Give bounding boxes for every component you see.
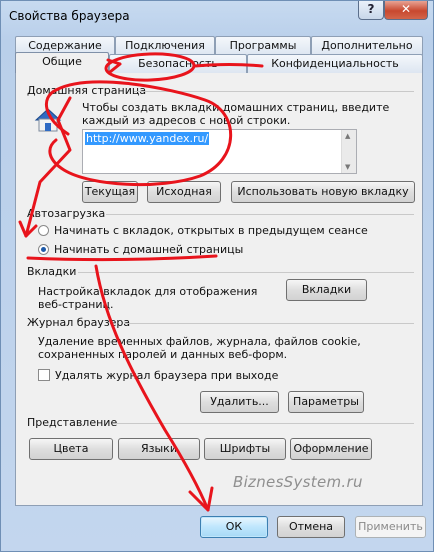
scroll-down-icon[interactable]: ▼	[345, 163, 350, 171]
use-new-tab-button[interactable]: Использовать новую вкладку	[231, 181, 415, 203]
divider	[124, 323, 414, 324]
home-description-line2: каждый из адресов с новой строки.	[82, 114, 291, 127]
url-field-scrollbar[interactable]: ▲ ▼	[341, 130, 356, 173]
divider	[106, 214, 414, 215]
divider	[134, 91, 414, 92]
help-button[interactable]: ?	[358, 1, 384, 20]
tabs-description-line2: веб-страниц.	[38, 298, 114, 311]
scroll-up-icon[interactable]: ▲	[345, 132, 350, 140]
history-description-line2: сохраненных паролей и данных веб-форм.	[38, 348, 288, 361]
tab-privacy[interactable]: Конфиденциальность	[247, 54, 423, 73]
languages-button[interactable]: Языки	[118, 438, 200, 460]
use-default-button[interactable]: Исходная	[147, 181, 221, 203]
tabs-settings-button[interactable]: Вкладки	[286, 279, 367, 301]
tab-advanced[interactable]: Дополнительно	[311, 36, 423, 55]
general-tab-panel: Домашняя страница Чтобы создать вкладки …	[15, 72, 423, 506]
divider	[116, 423, 414, 424]
tab-row-front: Общие Безопасность Конфиденциальность	[15, 52, 423, 73]
title-bar[interactable]: Свойства браузера ? ✕	[1, 1, 433, 31]
watermark: BiznesSystem.ru	[233, 473, 363, 491]
delete-history-on-exit-checkbox[interactable]	[38, 369, 50, 381]
tabs-heading: Вкладки	[27, 265, 77, 278]
ok-button[interactable]: ОК	[200, 516, 268, 538]
delete-history-on-exit-label: Удалять журнал браузера при выходе	[55, 369, 279, 382]
startup-tabs-label: Начинать с вкладок, открытых в предыдуще…	[54, 224, 368, 237]
divider	[78, 272, 414, 273]
home-icon	[34, 108, 62, 132]
browser-properties-window: Свойства браузера ? ✕ Содержание Подключ…	[0, 0, 434, 552]
cancel-button[interactable]: Отмена	[277, 516, 345, 538]
tab-connections[interactable]: Подключения	[115, 36, 215, 55]
home-page-heading: Домашняя страница	[27, 84, 147, 97]
window-title: Свойства браузера	[9, 9, 130, 23]
accessibility-button[interactable]: Оформление	[290, 438, 372, 460]
colors-button[interactable]: Цвета	[29, 438, 113, 460]
use-current-button[interactable]: Текущая	[82, 181, 138, 203]
startup-home-label: Начинать с домашней страницы	[54, 243, 244, 256]
tab-programs[interactable]: Программы	[215, 36, 311, 55]
history-heading: Журнал браузера	[27, 316, 131, 329]
close-button[interactable]: ✕	[384, 1, 428, 20]
startup-tabs-radio[interactable]	[38, 225, 49, 236]
history-description-line1: Удаление временных файлов, журнала, файл…	[38, 335, 361, 348]
tab-security[interactable]: Безопасность	[109, 54, 247, 73]
history-settings-button[interactable]: Параметры	[288, 391, 364, 413]
startup-heading: Автозагрузка	[27, 207, 106, 220]
tabs-description-line1: Настройка вкладок для отображения	[38, 285, 258, 298]
tab-general[interactable]: Общие	[15, 52, 109, 73]
startup-home-radio[interactable]	[38, 244, 49, 255]
apply-button[interactable]: Применить	[355, 516, 426, 538]
delete-history-button[interactable]: Удалить...	[200, 391, 279, 413]
fonts-button[interactable]: Шрифты	[204, 438, 286, 460]
home-page-url-value: http://www.yandex.ru/	[85, 132, 210, 145]
appearance-heading: Представление	[27, 416, 118, 429]
home-description-line1: Чтобы создать вкладки домашних страниц, …	[82, 101, 390, 114]
home-page-url-field[interactable]: http://www.yandex.ru/ ▲ ▼	[82, 129, 357, 174]
